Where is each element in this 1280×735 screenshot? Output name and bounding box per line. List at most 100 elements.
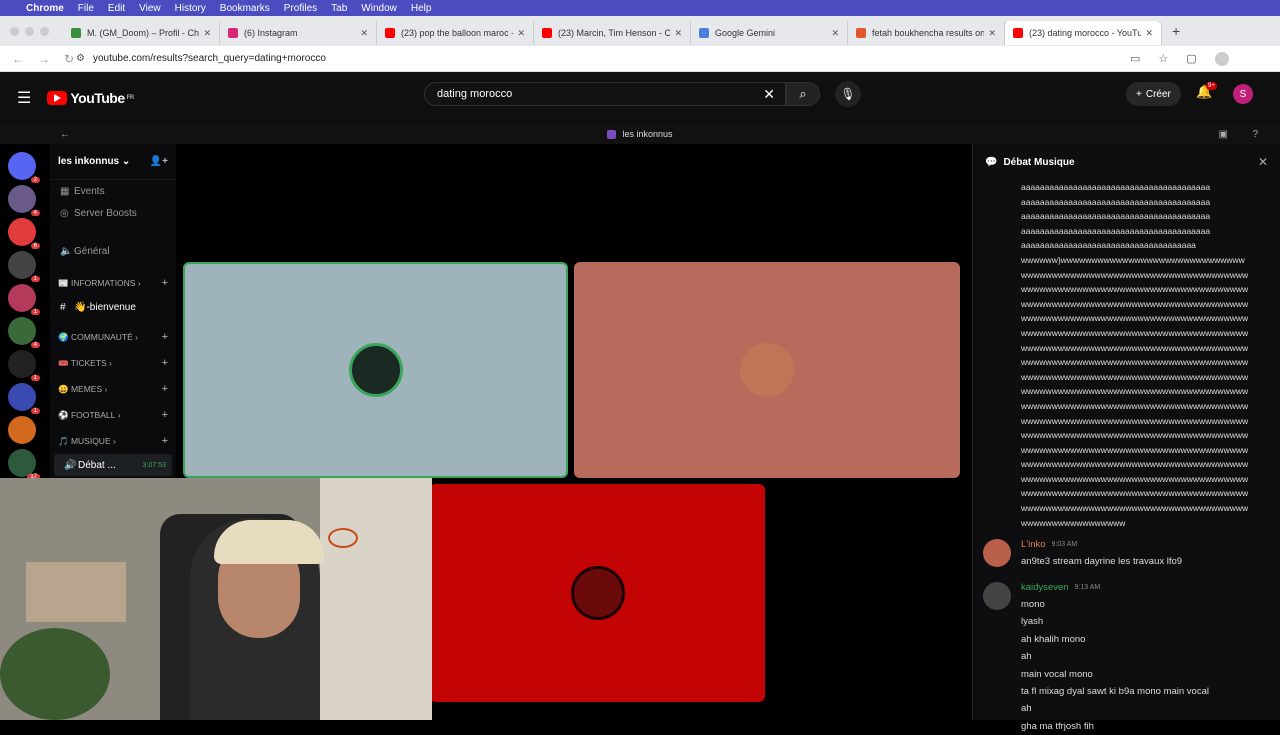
- bookmark-star-icon[interactable]: ☆: [1158, 52, 1168, 65]
- browser-tab[interactable]: Google Gemini ✕: [691, 21, 848, 45]
- menu-edit[interactable]: Edit: [108, 3, 125, 14]
- browser-tab[interactable]: (23) pop the balloon maroc - ✕: [377, 21, 534, 45]
- search-input[interactable]: dating morocco ✕: [424, 82, 786, 106]
- message-line: ah khalih mono: [1021, 633, 1086, 645]
- channel-bienvenue[interactable]: # 👋-bienvenue: [50, 296, 176, 318]
- category-informations[interactable]: 📰 INFORMATIONS › +: [50, 270, 176, 296]
- author-avatar[interactable]: [983, 539, 1011, 567]
- server-icon[interactable]: 4: [8, 185, 40, 216]
- invite-people-icon[interactable]: 👤+: [150, 156, 168, 167]
- channel-server-boosts[interactable]: ◎ Server Boosts: [50, 202, 176, 224]
- back-arrow-icon[interactable]: ←: [60, 129, 70, 140]
- site-info-icon[interactable]: ⚙: [76, 53, 85, 64]
- message-line: wwwwwwwwwwwwwwwwwwwwwwwwwwwwwwwwwwwww: [1021, 284, 1249, 295]
- browser-tab[interactable]: (23) dating morocco - YouTub ✕: [1005, 21, 1162, 45]
- browser-tab[interactable]: M. (GM_Doom) – Profil - Che ✕: [63, 21, 220, 45]
- add-channel-icon[interactable]: +: [162, 277, 168, 289]
- clear-search-icon[interactable]: ✕: [763, 86, 775, 103]
- voice-search-button[interactable]: 🎙: [835, 81, 861, 107]
- participant-tile[interactable]: [430, 484, 765, 702]
- server-icon[interactable]: 2: [8, 152, 40, 183]
- server-icon[interactable]: 4: [8, 317, 40, 348]
- cast-icon[interactable]: ▭: [1130, 52, 1140, 65]
- channel-label: Events: [74, 185, 105, 197]
- server-icon[interactable]: 1: [8, 383, 40, 414]
- menu-profiles[interactable]: Profiles: [284, 3, 317, 14]
- server-icon[interactable]: 17: [8, 449, 40, 480]
- youtube-logo-text: YouTube: [70, 90, 125, 106]
- menu-help[interactable]: Help: [411, 3, 432, 14]
- category-musique[interactable]: 🎵 MUSIQUE › +: [50, 428, 176, 454]
- browser-tab[interactable]: (23) Marcin, Tim Henson - Cl ✕: [534, 21, 691, 45]
- inbox-icon[interactable]: ▣: [1219, 129, 1228, 140]
- add-channel-icon[interactable]: +: [162, 383, 168, 395]
- profile-avatar[interactable]: [1214, 51, 1229, 66]
- zoom-window-button[interactable]: [40, 26, 49, 36]
- reload-icon[interactable]: ↻: [64, 52, 74, 66]
- server-icon[interactable]: 1: [8, 350, 40, 381]
- server-icon[interactable]: 6: [8, 218, 40, 249]
- unread-badge: 4: [30, 210, 40, 216]
- server-name-header[interactable]: les inkonnus ⌄ 👤+: [50, 144, 176, 180]
- extensions-icon[interactable]: ▢: [1186, 52, 1196, 65]
- help-icon[interactable]: ?: [1252, 129, 1258, 140]
- author-name[interactable]: L'inko: [1021, 539, 1046, 550]
- author-name[interactable]: kaidyseven: [1021, 582, 1069, 593]
- server-icon[interactable]: 1: [8, 284, 40, 315]
- tab-favicon-icon: [699, 28, 709, 38]
- menu-view[interactable]: View: [139, 3, 161, 14]
- menu-tab[interactable]: Tab: [331, 3, 347, 14]
- participant-tile-speaking[interactable]: [183, 262, 568, 478]
- menu-history[interactable]: History: [175, 3, 206, 14]
- server-icon[interactable]: [8, 416, 36, 444]
- menu-window[interactable]: Window: [361, 3, 397, 14]
- search-button[interactable]: ⌕: [786, 82, 820, 106]
- message-line: wwwwwwwwwwwwwwwwwwwwwwwwwwwwwwwwwwwww: [1021, 386, 1249, 397]
- back-icon[interactable]: ←: [12, 52, 24, 66]
- close-tab-icon[interactable]: ✕: [1145, 28, 1153, 39]
- message-line: wwwwwwwwwwwwwwwwwwwwwwwwwwwwwwwwwwwww: [1021, 269, 1249, 280]
- url-text: youtube.com/results?search_query=dating+…: [92, 53, 326, 64]
- add-channel-icon[interactable]: +: [162, 357, 168, 369]
- server-icon[interactable]: 1: [8, 251, 40, 282]
- menu-app-name[interactable]: Chrome: [26, 3, 64, 14]
- create-button[interactable]: + Créer: [1126, 82, 1181, 106]
- add-channel-icon[interactable]: +: [162, 435, 168, 447]
- message-line: an9te3 stream dayrine les travaux lfo9: [1021, 556, 1183, 567]
- close-tab-icon[interactable]: ✕: [360, 28, 368, 39]
- message-line: wwwwwwwwwwwwwwwwwwwwwwwwwwwwwwwwwwwww: [1021, 327, 1249, 338]
- thread-icon: 💬: [985, 156, 998, 168]
- browser-tab[interactable]: (6) Instagram ✕: [220, 21, 377, 45]
- new-tab-button[interactable]: +: [1172, 23, 1180, 39]
- close-tab-icon[interactable]: ✕: [203, 28, 211, 39]
- browser-tab[interactable]: fetah boukhencha results on ✕: [848, 21, 1005, 45]
- participant-tile[interactable]: [574, 262, 960, 478]
- tab-favicon-icon: [1013, 28, 1023, 38]
- category-football[interactable]: ⚽ FOOTBALL › +: [50, 402, 176, 428]
- menu-file[interactable]: File: [78, 3, 94, 14]
- message-line: ah: [1021, 651, 1032, 663]
- menu-icon[interactable]: ☰: [17, 88, 31, 108]
- minimize-window-button[interactable]: [25, 26, 34, 36]
- channel-debat-voice[interactable]: 🔊 Débat ... 3:07:53: [54, 454, 172, 476]
- url-bar[interactable]: ⚙ youtube.com/results?search_query=datin…: [76, 48, 1116, 69]
- close-tab-icon[interactable]: ✕: [517, 28, 525, 39]
- close-window-button[interactable]: [10, 26, 19, 36]
- close-thread-icon[interactable]: ✕: [1258, 155, 1268, 169]
- category-tickets[interactable]: 🎟️ TICKETS › +: [50, 350, 176, 376]
- menu-bookmarks[interactable]: Bookmarks: [220, 3, 270, 14]
- category-memes[interactable]: 😄 MEMES › +: [50, 376, 176, 402]
- add-channel-icon[interactable]: +: [162, 409, 168, 421]
- channel-general-voice[interactable]: 🔈 Général: [50, 240, 176, 262]
- calendar-icon: ▦: [60, 185, 70, 197]
- add-channel-icon[interactable]: +: [162, 331, 168, 343]
- category-communaute[interactable]: 🌍 COMMUNAUTÉ › +: [50, 324, 176, 350]
- channel-events[interactable]: ▦ Events: [50, 180, 176, 202]
- author-avatar[interactable]: [983, 582, 1011, 610]
- forward-icon[interactable]: →: [38, 52, 50, 66]
- close-tab-icon[interactable]: ✕: [988, 28, 996, 39]
- user-avatar[interactable]: S: [1233, 84, 1253, 104]
- close-tab-icon[interactable]: ✕: [674, 28, 682, 39]
- youtube-logo[interactable]: YouTube FR: [47, 90, 134, 106]
- close-tab-icon[interactable]: ✕: [831, 28, 839, 39]
